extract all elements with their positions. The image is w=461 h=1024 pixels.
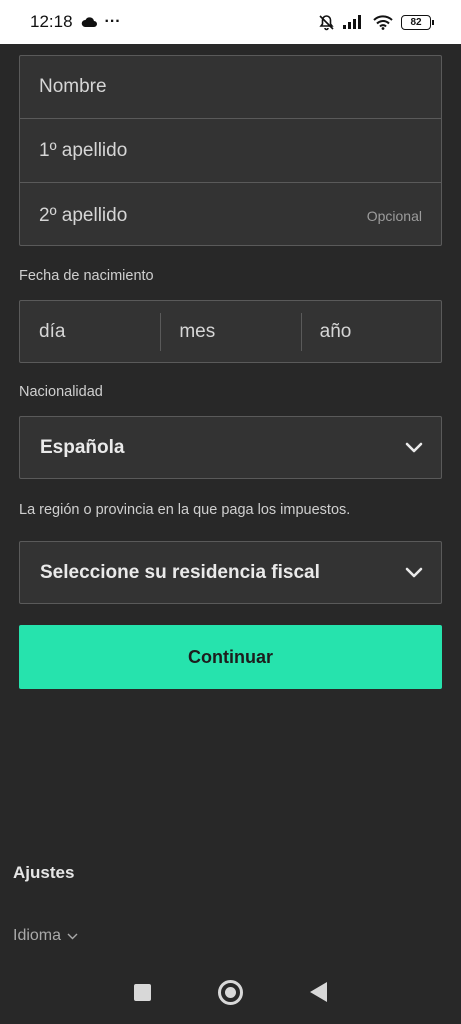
apellido1-placeholder: 1º apellido — [39, 140, 128, 161]
mes-field[interactable]: mes — [160, 301, 300, 362]
mes-placeholder: mes — [179, 320, 216, 342]
battery-level: 82 — [410, 16, 422, 28]
name-fields-group: Nombre 1º apellido 2º apellido Opcional — [19, 55, 442, 246]
nacionalidad-value: Española — [40, 436, 125, 458]
idioma-dropdown[interactable]: Idioma — [13, 927, 78, 945]
optional-label: Opcional — [366, 207, 422, 224]
status-bar: 12:18 ··· 82 — [0, 0, 461, 44]
ano-field[interactable]: año — [300, 301, 441, 362]
residencia-fiscal-select[interactable]: Seleccione su residencia fiscal — [19, 541, 442, 604]
dia-field[interactable]: día — [20, 301, 160, 362]
nombre-placeholder: Nombre — [39, 76, 107, 97]
chevron-down-icon — [405, 442, 423, 452]
wifi-icon — [373, 14, 393, 30]
chevron-down-icon — [405, 567, 423, 577]
apellido2-field[interactable]: 2º apellido Opcional — [20, 184, 441, 247]
system-nav-bar — [0, 960, 461, 1024]
recents-button[interactable] — [133, 983, 151, 1001]
region-label: La región o provincia en la que paga los… — [19, 502, 351, 518]
ano-placeholder: año — [319, 320, 352, 342]
continuar-label: Continuar — [188, 646, 273, 667]
ajustes-heading: Ajustes — [13, 863, 75, 882]
nombre-field[interactable]: Nombre — [20, 56, 441, 119]
home-button[interactable] — [217, 979, 243, 1005]
apellido2-placeholder: 2º apellido — [39, 204, 128, 226]
bell-off-icon — [319, 14, 334, 30]
idioma-label: Idioma — [13, 927, 62, 944]
continuar-button[interactable]: Continuar — [19, 625, 442, 689]
status-time: 12:18 — [30, 12, 73, 31]
residencia-value: Seleccione su residencia fiscal — [40, 561, 320, 583]
signal-icon — [343, 15, 361, 29]
more-notifications-icon: ··· — [104, 13, 121, 30]
nacionalidad-select[interactable]: Española — [19, 416, 442, 479]
cloud-icon — [81, 16, 97, 27]
nacionalidad-label: Nacionalidad — [19, 384, 103, 400]
back-button[interactable] — [310, 982, 328, 1002]
battery-icon: 82 — [401, 14, 434, 30]
fecha-nacimiento-label: Fecha de nacimiento — [19, 268, 154, 284]
chevron-down-icon — [67, 933, 78, 939]
dia-placeholder: día — [39, 320, 66, 342]
fecha-nacimiento-group: día mes año — [19, 300, 442, 363]
apellido1-field[interactable]: 1º apellido — [20, 120, 441, 183]
